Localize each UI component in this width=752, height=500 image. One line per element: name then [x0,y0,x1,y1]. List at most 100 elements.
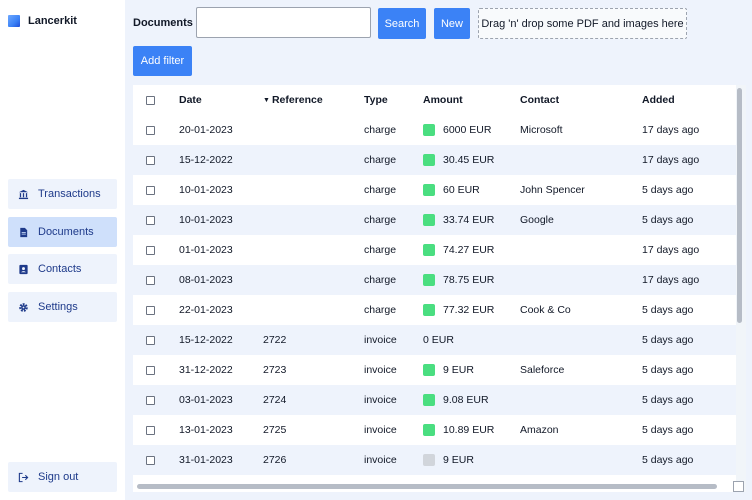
scroll-corner-checkbox[interactable] [733,481,744,492]
sort-down-icon: ▼ [263,96,270,104]
status-indicator-icon [423,304,435,316]
row-checkbox[interactable] [146,425,155,435]
cell-amount-value: 9 EUR [443,364,474,376]
contact-card-icon [18,264,29,275]
column-header-added[interactable]: Added [642,85,675,115]
column-header-date[interactable]: Date [179,85,202,115]
sidebar-item-settings[interactable]: Settings [8,292,117,322]
row-select-cell[interactable] [146,145,155,175]
row-select-cell[interactable] [146,445,155,475]
row-select-cell[interactable] [146,385,155,415]
cell-amount: 74.27 EUR [423,235,494,265]
sidebar-item-label: Documents [38,226,94,238]
status-indicator-icon [423,454,435,466]
cell-amount: 9.08 EUR [423,385,489,415]
table-row[interactable]: 08-01-2023 charge 78.75 EUR 17 days ago [133,265,736,295]
new-button[interactable]: New [434,8,470,39]
row-checkbox[interactable] [146,305,155,315]
row-checkbox[interactable] [146,245,155,255]
page-title: Documents [133,17,193,29]
cell-added: 17 days ago [642,274,700,286]
cell-reference: 2723 [263,364,287,376]
table-row[interactable]: 20-01-2023 charge 6000 EUR Microsoft 17 days… [133,115,736,145]
cell-type: invoice [364,364,397,376]
file-dropzone[interactable]: Drag 'n' drop some PDF and images here [478,8,687,39]
bank-icon [18,189,29,200]
row-select-cell[interactable] [146,415,155,445]
cell-amount-value: 74.27 EUR [443,244,495,256]
cell-date: 15-12-2022 [179,334,233,346]
cell-amount-value: 10.89 EUR [443,424,495,436]
row-checkbox[interactable] [146,365,155,375]
select-all-cell[interactable] [146,85,155,115]
cell-type: invoice [364,334,397,346]
row-checkbox[interactable] [146,155,155,165]
sidebar-item-contacts[interactable]: Contacts [8,254,117,284]
sidebar-item-transactions[interactable]: Transactions [8,179,117,209]
cell-amount: 30.45 EUR [423,145,494,175]
cell-date: 31-01-2023 [179,454,233,466]
row-checkbox[interactable] [146,395,155,405]
table-row[interactable]: 15-12-2022 2722 invoice 0 EUR 5 days ago [133,325,736,355]
row-checkbox[interactable] [146,455,155,465]
cell-amount: 9 EUR [423,355,474,385]
row-checkbox[interactable] [146,125,155,135]
status-indicator-icon [423,124,435,136]
cell-date: 20-01-2023 [179,124,233,136]
app-name: Lancerkit [28,15,77,27]
cell-type: charge [364,124,397,136]
table-row[interactable]: 10-01-2023 charge 60 EUR John Spencer 5 days… [133,175,736,205]
cell-reference: 2725 [263,424,287,436]
cell-date: 13-01-2023 [179,424,233,436]
document-icon [18,227,29,238]
table-row[interactable]: 01-01-2023 charge 74.27 EUR 17 days ago [133,235,736,265]
cell-type: charge [364,304,397,316]
row-select-cell[interactable] [146,325,155,355]
cell-added: 17 days ago [642,124,700,136]
row-checkbox[interactable] [146,215,155,225]
status-indicator-icon [423,184,435,196]
row-checkbox[interactable] [146,335,155,345]
search-input[interactable] [196,7,371,38]
cell-date: 01-01-2023 [179,244,233,256]
column-header-amount[interactable]: Amount [423,85,463,115]
select-all-checkbox[interactable] [146,95,155,105]
row-select-cell[interactable] [146,265,155,295]
row-select-cell[interactable] [146,115,155,145]
column-header-type[interactable]: Type [364,85,388,115]
cell-date: 31-12-2022 [179,364,233,376]
table-row[interactable]: 13-01-2023 2725 invoice 10.89 EUR Amazon 5 da… [133,415,736,445]
sidebar-item-documents[interactable]: Documents [8,217,117,247]
sign-out-button[interactable]: Sign out [8,462,117,492]
row-select-cell[interactable] [146,235,155,265]
table-row[interactable]: 03-01-2023 2724 invoice 9.08 EUR 5 days ago [133,385,736,415]
row-select-cell[interactable] [146,355,155,385]
cell-reference: 2722 [263,334,287,346]
row-checkbox[interactable] [146,275,155,285]
add-filter-button[interactable]: Add filter [133,46,192,76]
table-row[interactable]: 15-12-2022 charge 30.45 EUR 17 days ago [133,145,736,175]
row-select-cell[interactable] [146,175,155,205]
cell-date: 10-01-2023 [179,214,233,226]
horizontal-scrollbar-thumb[interactable] [137,484,717,489]
row-select-cell[interactable] [146,205,155,235]
status-indicator-icon [423,364,435,376]
vertical-scrollbar-thumb[interactable] [737,88,742,323]
cell-amount-value: 6000 EUR [443,124,492,136]
column-header-reference[interactable]: ▼ Reference [263,85,323,115]
cell-added: 5 days ago [642,184,694,196]
table-row[interactable]: 22-01-2023 charge 77.32 EUR Cook & Co 5 days… [133,295,736,325]
table-row[interactable]: 31-12-2022 2723 invoice 9 EUR Saleforce 5 day… [133,355,736,385]
cell-amount: 78.75 EUR [423,265,494,295]
cell-type: charge [364,274,397,286]
cell-amount: 10.89 EUR [423,415,494,445]
column-header-contact[interactable]: Contact [520,85,559,115]
table-row[interactable]: 10-01-2023 charge 33.74 EUR Google 5 days ag… [133,205,736,235]
table-row[interactable]: 31-01-2023 2726 invoice 9 EUR 5 days ago [133,445,736,475]
brand[interactable]: Lancerkit [8,15,77,27]
status-indicator-icon [423,424,435,436]
row-select-cell[interactable] [146,295,155,325]
status-indicator-icon [423,154,435,166]
row-checkbox[interactable] [146,185,155,195]
search-button[interactable]: Search [378,8,426,39]
